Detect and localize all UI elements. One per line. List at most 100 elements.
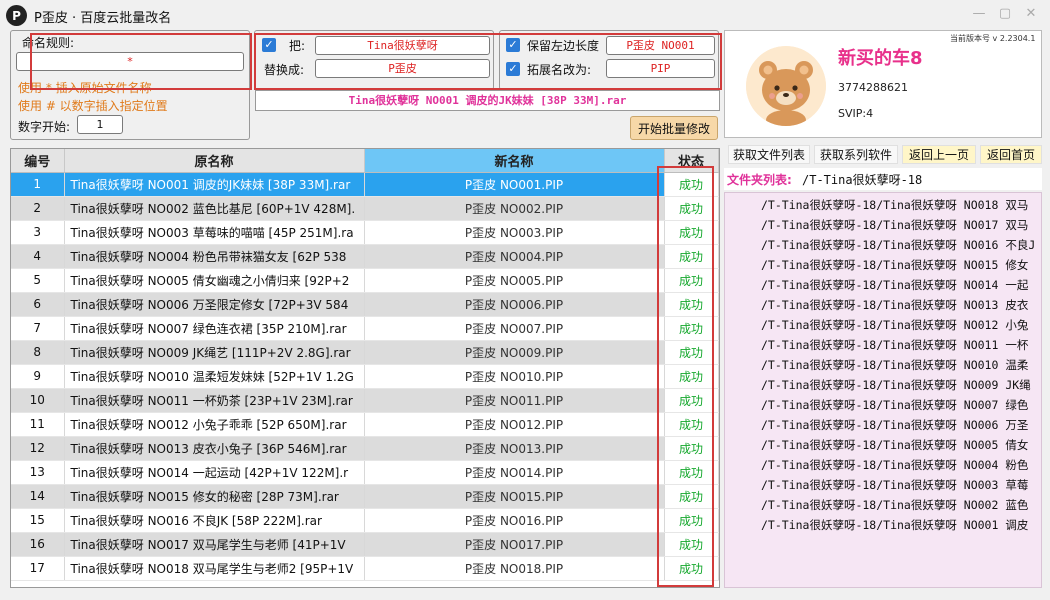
row-number: 5 — [11, 268, 65, 293]
version-label: 当前版本号 v 2.2304.1 — [950, 34, 1036, 43]
original-name-cell: Tina很妖孽呀 NO001 调皮的JK妹妹 [38P 33M].rar — [64, 172, 365, 197]
original-name-cell: Tina很妖孽呀 NO014 一起运动 [42P+1V 122M].r — [64, 460, 365, 485]
row-number: 9 — [11, 364, 65, 389]
new-name-cell: P歪皮 NO001.PIP — [364, 172, 665, 197]
new-name-cell: P歪皮 NO012.PIP — [364, 412, 665, 437]
hint-hash: 使用 # 以数字插入指定位置 — [18, 99, 168, 113]
table-row[interactable]: 9 Tina很妖孽呀 NO010 温柔短发妹妹 [52P+1V 1.2G P歪皮 N… — [11, 364, 719, 389]
folder-list-item[interactable]: /T-Tina很妖孽呀-18/Tina很妖孽呀 NO003 草莓 — [761, 477, 1028, 493]
app-logo-icon: P — [6, 5, 27, 26]
row-number: 16 — [11, 532, 65, 557]
folder-list-item[interactable]: /T-Tina很妖孽呀-18/Tina很妖孽呀 NO016 不良J — [761, 237, 1035, 253]
folder-list-label: 文件夹列表: — [727, 173, 792, 187]
row-number: 6 — [11, 292, 65, 317]
table-row[interactable]: 7 Tina很妖孽呀 NO007 绿色连衣裙 [35P 210M].rar P歪皮 … — [11, 316, 719, 341]
new-name-cell: P歪皮 NO017.PIP — [364, 532, 665, 557]
row-number: 7 — [11, 316, 65, 341]
new-name-cell: P歪皮 NO007.PIP — [364, 316, 665, 341]
original-name-cell: Tina很妖孽呀 NO013 皮衣小兔子 [36P 546M].rar — [64, 436, 365, 461]
original-name-cell: Tina很妖孽呀 NO012 小兔子乖乖 [52P 650M].rar — [64, 412, 365, 437]
row-number: 11 — [11, 412, 65, 437]
number-start-label: 数字开始: — [18, 120, 71, 134]
folder-list-item[interactable]: /T-Tina很妖孽呀-18/Tina很妖孽呀 NO010 温柔 — [761, 357, 1028, 373]
folder-list-item[interactable]: /T-Tina很妖孽呀-18/Tina很妖孽呀 NO012 小兔 — [761, 317, 1028, 333]
original-name-cell: Tina很妖孽呀 NO006 万圣限定修女 [72P+3V 584 — [64, 292, 365, 317]
get-file-list-button[interactable]: 获取文件列表 — [728, 145, 810, 164]
folder-list-item[interactable]: /T-Tina很妖孽呀-18/Tina很妖孽呀 NO011 一杯 — [761, 337, 1028, 353]
bear-icon — [746, 46, 826, 126]
close-icon[interactable]: ✕ — [1022, 6, 1040, 22]
folder-list-item[interactable]: /T-Tina很妖孽呀-18/Tina很妖孽呀 NO015 修女 — [761, 257, 1028, 273]
profile-username: 新买的车8 — [838, 48, 923, 69]
original-name-cell: Tina很妖孽呀 NO005 倩女幽魂之小倩归来 [92P+2 — [64, 268, 365, 293]
row-number: 3 — [11, 220, 65, 245]
maximize-icon[interactable]: ▢ — [996, 6, 1014, 22]
column-header-number[interactable]: 编号 — [11, 149, 65, 173]
table-row[interactable]: 4 Tina很妖孽呀 NO004 粉色吊带袜猫女友 [62P 538 P歪皮 NO0… — [11, 244, 719, 269]
column-header-original-name[interactable]: 原名称 — [64, 149, 365, 173]
new-name-cell: P歪皮 NO005.PIP — [364, 268, 665, 293]
table-row[interactable]: 6 Tina很妖孽呀 NO006 万圣限定修女 [72P+3V 584 P歪皮 NO… — [11, 292, 719, 317]
table-row[interactable]: 2 Tina很妖孽呀 NO002 蓝色比基尼 [60P+1V 428M]. P歪皮 … — [11, 196, 719, 221]
table-row[interactable]: 15 Tina很妖孽呀 NO016 不良JK [58P 222M].rar P歪皮 … — [11, 508, 719, 533]
original-name-cell: Tina很妖孽呀 NO002 蓝色比基尼 [60P+1V 428M]. — [64, 196, 365, 221]
minimize-icon[interactable]: — — [970, 6, 988, 22]
new-name-cell: P歪皮 NO003.PIP — [364, 220, 665, 245]
original-name-cell: Tina很妖孽呀 NO018 双马尾学生与老师2 [95P+1V — [64, 556, 365, 581]
profile-user-id: 3774288621 — [838, 81, 908, 94]
new-name-cell: P歪皮 NO010.PIP — [364, 364, 665, 389]
table-row[interactable]: 5 Tina很妖孽呀 NO005 倩女幽魂之小倩归来 [92P+2 P歪皮 NO00… — [11, 268, 719, 293]
original-name-cell: Tina很妖孽呀 NO015 修女的秘密 [28P 73M].rar — [64, 484, 365, 509]
table-row[interactable]: 1 Tina很妖孽呀 NO001 调皮的JK妹妹 [38P 33M].rar P歪皮… — [11, 172, 719, 197]
folder-list-item[interactable]: /T-Tina很妖孽呀-18/Tina很妖孽呀 NO013 皮衣 — [761, 297, 1028, 313]
new-name-cell: P歪皮 NO006.PIP — [364, 292, 665, 317]
table-row[interactable]: 8 Tina很妖孽呀 NO009 JK绳艺 [111P+2V 2.8G].rar P… — [11, 340, 719, 365]
original-name-cell: Tina很妖孽呀 NO016 不良JK [58P 222M].rar — [64, 508, 365, 533]
bear-avatar — [746, 46, 826, 126]
folder-list-item[interactable]: /T-Tina很妖孽呀-18/Tina很妖孽呀 NO006 万圣 — [761, 417, 1028, 433]
new-name-cell: P歪皮 NO002.PIP — [364, 196, 665, 221]
original-name-cell: Tina很妖孽呀 NO010 温柔短发妹妹 [52P+1V 1.2G — [64, 364, 365, 389]
row-number: 2 — [11, 196, 65, 221]
folder-list-item[interactable]: /T-Tina很妖孽呀-18/Tina很妖孽呀 NO009 JK绳 — [761, 377, 1031, 393]
start-batch-rename-button[interactable]: 开始批量修改 — [630, 116, 718, 140]
folder-list-item[interactable]: /T-Tina很妖孽呀-18/Tina很妖孽呀 NO005 倩女 — [761, 437, 1028, 453]
window-title: P歪皮 · 百度云批量改名 — [34, 11, 172, 26]
table-row[interactable]: 11 Tina很妖孽呀 NO012 小兔子乖乖 [52P 650M].rar P歪皮… — [11, 412, 719, 437]
preview-filename: Tina很妖孽呀 NO001 调皮的JK妹妹 [38P 33M].rar — [255, 90, 720, 111]
folder-path: /T-Tina很妖孽呀-18 — [802, 173, 923, 187]
folder-list-item[interactable]: /T-Tina很妖孽呀-18/Tina很妖孽呀 NO002 蓝色 — [761, 497, 1028, 513]
get-series-software-button[interactable]: 获取系列软件 — [814, 145, 898, 164]
row-number: 13 — [11, 460, 65, 485]
folder-list-item[interactable]: /T-Tina很妖孽呀-18/Tina很妖孽呀 NO001 调皮 — [761, 517, 1028, 533]
highlight-box-rules — [30, 33, 252, 90]
original-name-cell: Tina很妖孽呀 NO017 双马尾学生与老师 [41P+1V — [64, 532, 365, 557]
new-name-cell: P歪皮 NO013.PIP — [364, 436, 665, 461]
row-number: 10 — [11, 388, 65, 413]
highlight-box-replace — [254, 33, 722, 90]
folder-list-item[interactable]: /T-Tina很妖孽呀-18/Tina很妖孽呀 NO014 一起 — [761, 277, 1028, 293]
folder-list-item[interactable]: /T-Tina很妖孽呀-18/Tina很妖孽呀 NO004 粉色 — [761, 457, 1028, 473]
table-row[interactable]: 13 Tina很妖孽呀 NO014 一起运动 [42P+1V 122M].r P歪皮… — [11, 460, 719, 485]
folder-list-item[interactable]: /T-Tina很妖孽呀-18/Tina很妖孽呀 NO007 绿色 — [761, 397, 1028, 413]
folder-list-item[interactable]: /T-Tina很妖孽呀-18/Tina很妖孽呀 NO017 双马 — [761, 217, 1028, 233]
row-number: 1 — [11, 172, 65, 197]
original-name-cell: Tina很妖孽呀 NO007 绿色连衣裙 [35P 210M].rar — [64, 316, 365, 341]
table-row[interactable]: 10 Tina很妖孽呀 NO011 一杯奶茶 [23P+1V 23M].rar P歪… — [11, 388, 719, 413]
table-row[interactable]: 17 Tina很妖孽呀 NO018 双马尾学生与老师2 [95P+1V P歪皮 NO… — [11, 556, 719, 581]
number-start-input[interactable]: 1 — [77, 115, 123, 134]
folder-list-item[interactable]: /T-Tina很妖孽呀-18/Tina很妖孽呀 NO018 双马 — [761, 197, 1028, 213]
original-name-cell: Tina很妖孽呀 NO003 草莓味的喵喵 [45P 251M].ra — [64, 220, 365, 245]
row-number: 14 — [11, 484, 65, 509]
original-name-cell: Tina很妖孽呀 NO009 JK绳艺 [111P+2V 2.8G].rar — [64, 340, 365, 365]
folder-file-list[interactable]: /T-Tina很妖孽呀-18/Tina很妖孽呀 NO018 双马/T-Tina很… — [724, 192, 1042, 588]
table-row[interactable]: 14 Tina很妖孽呀 NO015 修女的秘密 [28P 73M].rar P歪皮 … — [11, 484, 719, 509]
new-name-cell: P歪皮 NO004.PIP — [364, 244, 665, 269]
table-row[interactable]: 12 Tina很妖孽呀 NO013 皮衣小兔子 [36P 546M].rar P歪皮… — [11, 436, 719, 461]
column-header-new-name[interactable]: 新名称 — [364, 149, 665, 173]
table-row[interactable]: 3 Tina很妖孽呀 NO003 草莓味的喵喵 [45P 251M].ra P歪皮 … — [11, 220, 719, 245]
rename-table: 编号 原名称 新名称 状态 1 Tina很妖孽呀 NO001 调皮的JK妹妹 [3… — [10, 148, 720, 588]
back-home-button[interactable]: 返回首页 — [980, 145, 1042, 164]
back-previous-button[interactable]: 返回上一页 — [902, 145, 976, 164]
table-row[interactable]: 16 Tina很妖孽呀 NO017 双马尾学生与老师 [41P+1V P歪皮 NO0… — [11, 532, 719, 557]
